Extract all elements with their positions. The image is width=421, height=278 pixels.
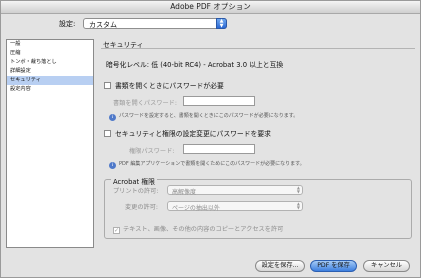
divider [101,48,415,49]
sidebar-item-marks-bleeds[interactable]: トンボ・裁ち落とし [7,58,93,67]
check-icon[interactable]: ✓ [113,227,120,234]
sidebar-item-compression[interactable]: 圧縮 [7,49,93,58]
preset-select[interactable]: カスタム ▲ ▼ [83,18,227,29]
save-pdf-button[interactable]: PDF を保存 [310,260,357,272]
permissions-password-checkbox[interactable] [104,130,111,137]
print-permission-select[interactable]: 高解像度 ▲ ▼ [167,185,303,196]
permissions-password-option[interactable]: セキュリティと権限の設定変更にパスワードを要求 [104,128,271,138]
permissions-password-label: 権限パスワード: [129,148,175,155]
open-password-checkbox-label: 書類を開くときにパスワードが必要 [115,82,224,90]
category-list: 一般 圧縮 トンボ・裁ち落とし 詳細設定 セキュリティ 設定内容 [6,39,94,248]
copy-permission-option[interactable]: ✓ テキスト、画像、その他の内容のコピーとアクセスを許可 [113,224,283,234]
info-icon: i [109,114,116,121]
group-title: Acrobat 権限 [111,176,157,186]
open-password-option[interactable]: 書類を開くときにパスワードが必要 [104,80,224,90]
change-permission-label: 変更の許可: [125,204,159,211]
preset-label: 設定: [59,20,76,28]
acrobat-permissions-group: Acrobat 権限 プリントの許可: 高解像度 ▲ ▼ 変更の許可: ページの抽… [104,176,412,239]
open-password-label: 書類を開くパスワード: [113,100,177,107]
permissions-password-note: i PDF 編集アプリケーションで書類を開くためにこのパスワードが必要になります。 [109,160,305,169]
change-permission-select[interactable]: ページの抽出以外 ▲ ▼ [167,201,303,212]
permissions-password-checkbox-label: セキュリティと権限の設定変更にパスワードを要求 [115,130,271,138]
preset-value: カスタム [89,21,117,29]
sidebar-item-advanced[interactable]: 詳細設定 [7,67,93,76]
print-permission-label: プリントの許可: [113,188,159,195]
sidebar-item-security[interactable]: セキュリティ [7,76,93,85]
sidebar-item-summary[interactable]: 設定内容 [7,85,93,94]
open-password-checkbox[interactable] [104,82,111,89]
permissions-password-field[interactable] [183,144,255,154]
pdf-options-window: Adobe PDF オプション 設定: カスタム ▲ ▼ 一般 圧縮 トンボ・裁ち… [0,0,421,278]
chevron-updown-icon: ▲ ▼ [296,185,300,194]
open-password-field[interactable] [183,96,255,106]
save-settings-button[interactable]: 設定を保存... [255,260,305,272]
window-title: Adobe PDF オプション [1,1,420,14]
open-password-note: i パスワードを設定すると、書類を開くときにこのパスワードが必要になります。 [109,112,298,121]
sidebar-item-general[interactable]: 一般 [7,40,93,49]
info-icon: i [109,162,116,169]
cancel-button[interactable]: キャンセル [363,260,410,272]
chevron-updown-icon: ▲ ▼ [296,201,300,210]
encryption-level: 暗号化レベル: 低 (40-bit RC4) - Acrobat 3.0 以上と… [106,61,284,69]
chevron-updown-icon[interactable]: ▲ ▼ [216,18,227,29]
